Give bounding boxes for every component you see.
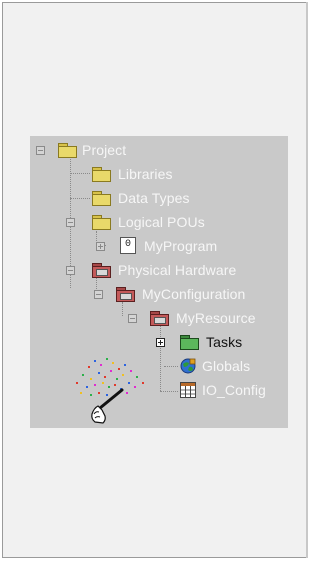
tree-item-label: Libraries [118,166,173,182]
collapse-toggle[interactable] [36,146,45,155]
tree-line-data-types [70,198,90,199]
tree-item-label: Project [82,142,127,158]
tree-item-my-resource[interactable]: MyResource [128,308,286,328]
tree-item-label: Data Types [118,190,190,206]
program-icon: 0 [120,237,136,254]
tree-item-data-types[interactable]: Data Types [88,188,268,208]
magic-wand-cursor-icon [76,358,144,424]
folder-icon [92,191,111,206]
tree-line-globals [164,366,178,367]
tree-line-libraries [70,173,90,174]
hardware-folder-icon [116,287,135,302]
tree-item-globals[interactable]: Globals [178,356,288,376]
tree-item-logical-pous[interactable]: Logical POUs [66,212,276,232]
expand-toggle[interactable] [156,338,165,347]
tree-item-tasks[interactable]: Tasks [156,332,286,352]
tree-item-io-config[interactable]: IO_Config [178,380,288,400]
tree-item-label: MyConfiguration [142,286,246,302]
tree-item-label: MyProgram [144,238,218,254]
tree-item-label: Logical POUs [118,214,205,230]
table-icon [180,382,196,398]
hardware-folder-icon [150,311,169,326]
collapse-toggle[interactable] [66,266,75,275]
project-tree-panel: Project Libraries Data Types Logical POU… [30,136,288,428]
tree-item-label: IO_Config [202,382,266,398]
expand-toggle[interactable] [96,242,105,251]
globe-icon [180,358,196,374]
collapse-toggle[interactable] [94,290,103,299]
tree-item-label: MyResource [176,310,256,326]
open-folder-icon [58,143,77,158]
tasks-folder-icon [180,335,199,350]
folder-icon [92,167,111,182]
tree-line-io [160,391,178,392]
tree-item-project[interactable]: Project [36,140,276,160]
tree-item-libraries[interactable]: Libraries [88,164,268,184]
tree-item-label: Globals [202,358,251,374]
collapse-toggle[interactable] [128,314,137,323]
frame-right-edge [306,2,308,558]
tree-item-my-configuration[interactable]: MyConfiguration [94,284,288,304]
tree-item-physical-hardware[interactable]: Physical Hardware [66,260,288,280]
collapse-toggle[interactable] [66,218,75,227]
hardware-folder-icon [92,263,111,278]
tree-item-my-program[interactable]: 0 MyProgram [96,236,286,256]
tree-line-config [122,302,123,316]
tree-item-label: Tasks [206,334,243,350]
tree-item-label: Physical Hardware [118,262,237,278]
open-folder-icon [92,215,111,230]
